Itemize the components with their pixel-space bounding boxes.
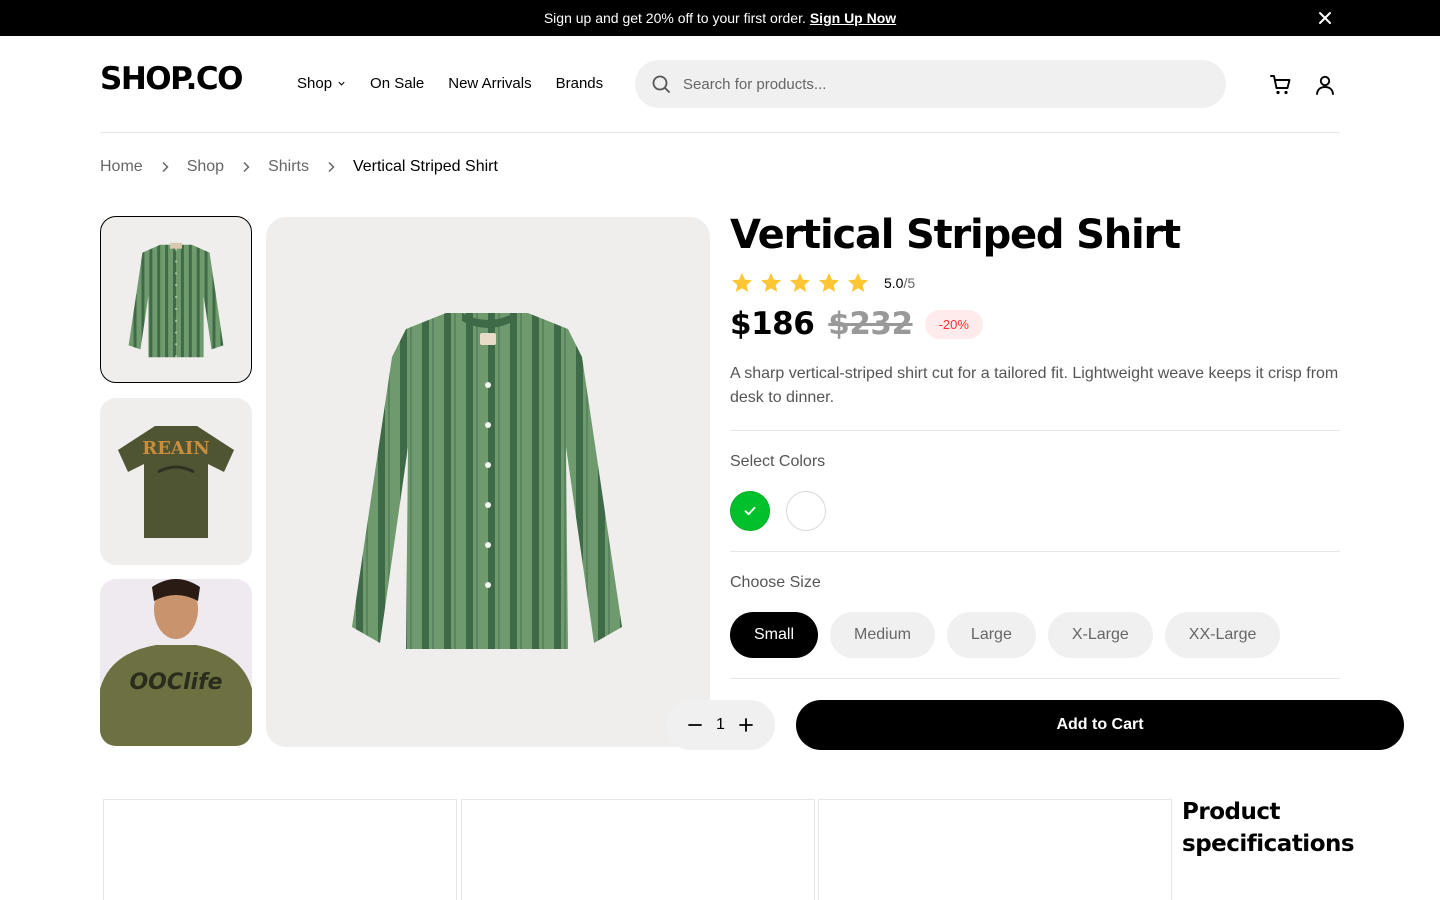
choose-size-label: Choose Size xyxy=(730,574,821,591)
promo-message: Sign up and get 20% off to your first or… xyxy=(543,10,806,26)
plus-icon xyxy=(739,718,753,732)
breadcrumb-shop[interactable]: Shop xyxy=(187,158,224,176)
star-icon xyxy=(761,273,781,292)
product-description: A sharp vertical-striped shirt cut for a… xyxy=(730,365,1339,406)
product-rating: 5.0/5 xyxy=(730,271,915,295)
logo[interactable]: SHOP.CO xyxy=(100,61,244,97)
nav-item-label: On Sale xyxy=(370,75,425,92)
quantity-value: 1 xyxy=(716,716,725,733)
product-specifications-title: Product specifications xyxy=(1182,799,1355,857)
size-medium-button[interactable]: Medium xyxy=(830,612,935,658)
breadcrumb-home[interactable]: Home xyxy=(100,158,143,176)
star-icon xyxy=(790,273,810,292)
original-price: $232 xyxy=(828,306,913,342)
nav-item-label: Shop xyxy=(297,75,333,92)
search-icon xyxy=(652,75,670,93)
increase-quantity-button[interactable] xyxy=(737,716,755,734)
promo-bar: Sign up and get 20% off to your first or… xyxy=(0,0,1440,36)
sign-up-link[interactable]: Sign Up Now xyxy=(810,10,896,26)
svg-text:REAIN: REAIN xyxy=(142,438,210,459)
chevron-down-icon xyxy=(338,81,345,86)
size-x-large-button[interactable]: X-Large xyxy=(1047,612,1153,658)
main-product-image xyxy=(266,217,710,747)
breadcrumb-current: Vertical Striped Shirt xyxy=(352,158,498,175)
color-swatch-white[interactable] xyxy=(786,491,826,531)
placeholder-panel xyxy=(103,799,457,900)
size-large-button[interactable]: Large xyxy=(946,612,1036,658)
minus-icon xyxy=(688,724,702,726)
svg-text:OOClife: OOClife xyxy=(129,670,222,695)
breadcrumb-shirts[interactable]: Shirts xyxy=(268,158,309,176)
model-image: OOClife xyxy=(100,579,252,746)
thumbnail-model-tee[interactable]: OOClife xyxy=(100,579,252,746)
nav-item-brands[interactable]: Brands xyxy=(556,75,604,92)
divider xyxy=(730,430,1340,431)
check-icon xyxy=(744,506,756,516)
size-xx-large-button[interactable]: XX-Large xyxy=(1164,612,1281,658)
size-options: Small Medium Large X-Large XX-Large xyxy=(730,612,1292,658)
cart-icon[interactable] xyxy=(1269,73,1293,97)
tshirt-image: REAIN xyxy=(118,426,234,538)
size-small-button[interactable]: Small xyxy=(730,612,819,658)
search-bar[interactable] xyxy=(635,60,1226,108)
star-icon xyxy=(819,273,839,292)
star-icon xyxy=(732,273,752,292)
main-nav: Shop On Sale New Arrivals Brands xyxy=(297,75,627,92)
nav-item-label: New Arrivals xyxy=(448,75,532,92)
select-colors-label: Select Colors xyxy=(730,453,826,470)
price-row: $186 $232 -20% xyxy=(730,306,983,342)
rating-max: /5 xyxy=(903,275,916,291)
shirt-image xyxy=(128,242,224,358)
divider xyxy=(730,678,1340,679)
color-swatch-green[interactable] xyxy=(730,491,770,531)
quantity-stepper: 1 xyxy=(666,700,775,750)
chevron-right-icon xyxy=(243,161,250,173)
decrease-quantity-button[interactable] xyxy=(686,716,704,734)
add-to-cart-button[interactable]: Add to Cart xyxy=(796,700,1404,750)
search-input[interactable] xyxy=(683,75,1203,93)
thumbnail-striped-shirt[interactable] xyxy=(100,216,252,383)
placeholder-panel xyxy=(461,799,815,900)
user-icon[interactable] xyxy=(1313,73,1337,97)
thumbnail-graphic-tee[interactable]: REAIN xyxy=(100,398,252,565)
rating-value: 5.0 xyxy=(884,275,904,291)
nav-item-shop[interactable]: Shop xyxy=(297,75,346,92)
rating-score: 5.0/5 xyxy=(884,275,915,291)
chevron-right-icon xyxy=(162,161,169,173)
site-header: SHOP.CO Shop On Sale New Arrivals Brands xyxy=(100,36,1340,133)
chevron-right-icon xyxy=(328,161,335,173)
close-icon[interactable] xyxy=(1316,9,1334,27)
nav-item-on-sale[interactable]: On Sale xyxy=(370,75,424,92)
divider xyxy=(730,551,1340,552)
discount-badge: -20% xyxy=(924,309,983,339)
nav-item-new-arrivals[interactable]: New Arrivals xyxy=(448,75,531,92)
placeholder-panel xyxy=(818,799,1172,900)
shirt-image xyxy=(352,313,622,649)
nav-item-label: Brands xyxy=(555,75,604,92)
star-icon xyxy=(848,273,868,292)
current-price: $186 xyxy=(730,306,815,342)
product-title: Vertical Striped Shirt xyxy=(730,212,1181,258)
breadcrumb: Home Shop Shirts Vertical Striped Shirt xyxy=(100,158,498,176)
